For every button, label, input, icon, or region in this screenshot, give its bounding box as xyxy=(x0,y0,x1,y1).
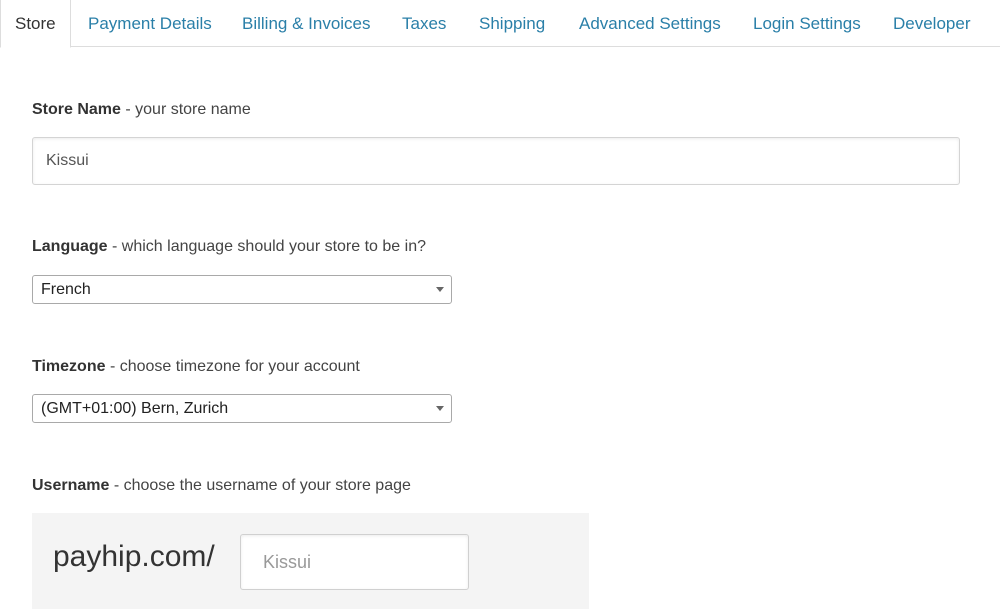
store-name-label-title: Store Name xyxy=(32,101,121,118)
username-domain-prefix: payhip.com/ xyxy=(53,540,215,573)
dropdown-arrow-icon xyxy=(436,406,444,411)
settings-tab-bar: Store Payment Details Billing & Invoices… xyxy=(0,0,1000,48)
username-label: Username - choose the username of your s… xyxy=(32,477,411,495)
language-label-hint: - which language should your store to be… xyxy=(107,238,426,255)
language-selected-value: French xyxy=(41,281,91,298)
language-select[interactable]: French xyxy=(32,275,452,304)
timezone-label-hint: - choose timezone for your account xyxy=(105,358,360,375)
store-name-label-hint: - your store name xyxy=(120,101,251,118)
tab-billing-invoices[interactable]: Billing & Invoices xyxy=(242,0,371,47)
tab-taxes[interactable]: Taxes xyxy=(402,0,446,47)
tab-developer[interactable]: Developer xyxy=(893,0,971,47)
tab-payment-details[interactable]: Payment Details xyxy=(88,0,212,47)
timezone-selected-value: (GMT+01:00) Bern, Zurich xyxy=(41,400,229,417)
username-input[interactable]: Kissui xyxy=(240,534,469,590)
language-label: Language - which language should your st… xyxy=(32,238,426,256)
username-label-title: Username xyxy=(32,477,110,494)
tab-advanced-settings[interactable]: Advanced Settings xyxy=(579,0,721,47)
tab-store[interactable]: Store xyxy=(0,0,71,48)
tab-shipping[interactable]: Shipping xyxy=(479,0,545,47)
store-name-input[interactable]: Kissui xyxy=(32,137,960,185)
timezone-label: Timezone - choose timezone for your acco… xyxy=(32,358,360,376)
store-name-label: Store Name - your store name xyxy=(32,101,251,119)
username-panel: payhip.com/ Kissui xyxy=(32,513,589,609)
language-label-title: Language xyxy=(32,238,108,255)
timezone-select[interactable]: (GMT+01:00) Bern, Zurich xyxy=(32,394,452,423)
tab-login-settings[interactable]: Login Settings xyxy=(753,0,861,47)
username-label-hint: - choose the username of your store page xyxy=(109,477,411,494)
timezone-label-title: Timezone xyxy=(32,358,106,375)
dropdown-arrow-icon xyxy=(436,287,444,292)
